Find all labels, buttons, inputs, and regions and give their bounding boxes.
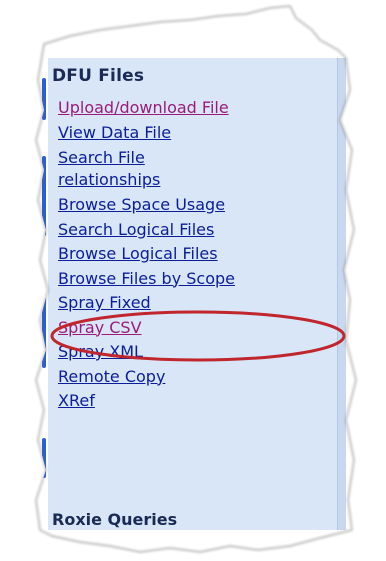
- torn-paper-edge: [0, 0, 386, 561]
